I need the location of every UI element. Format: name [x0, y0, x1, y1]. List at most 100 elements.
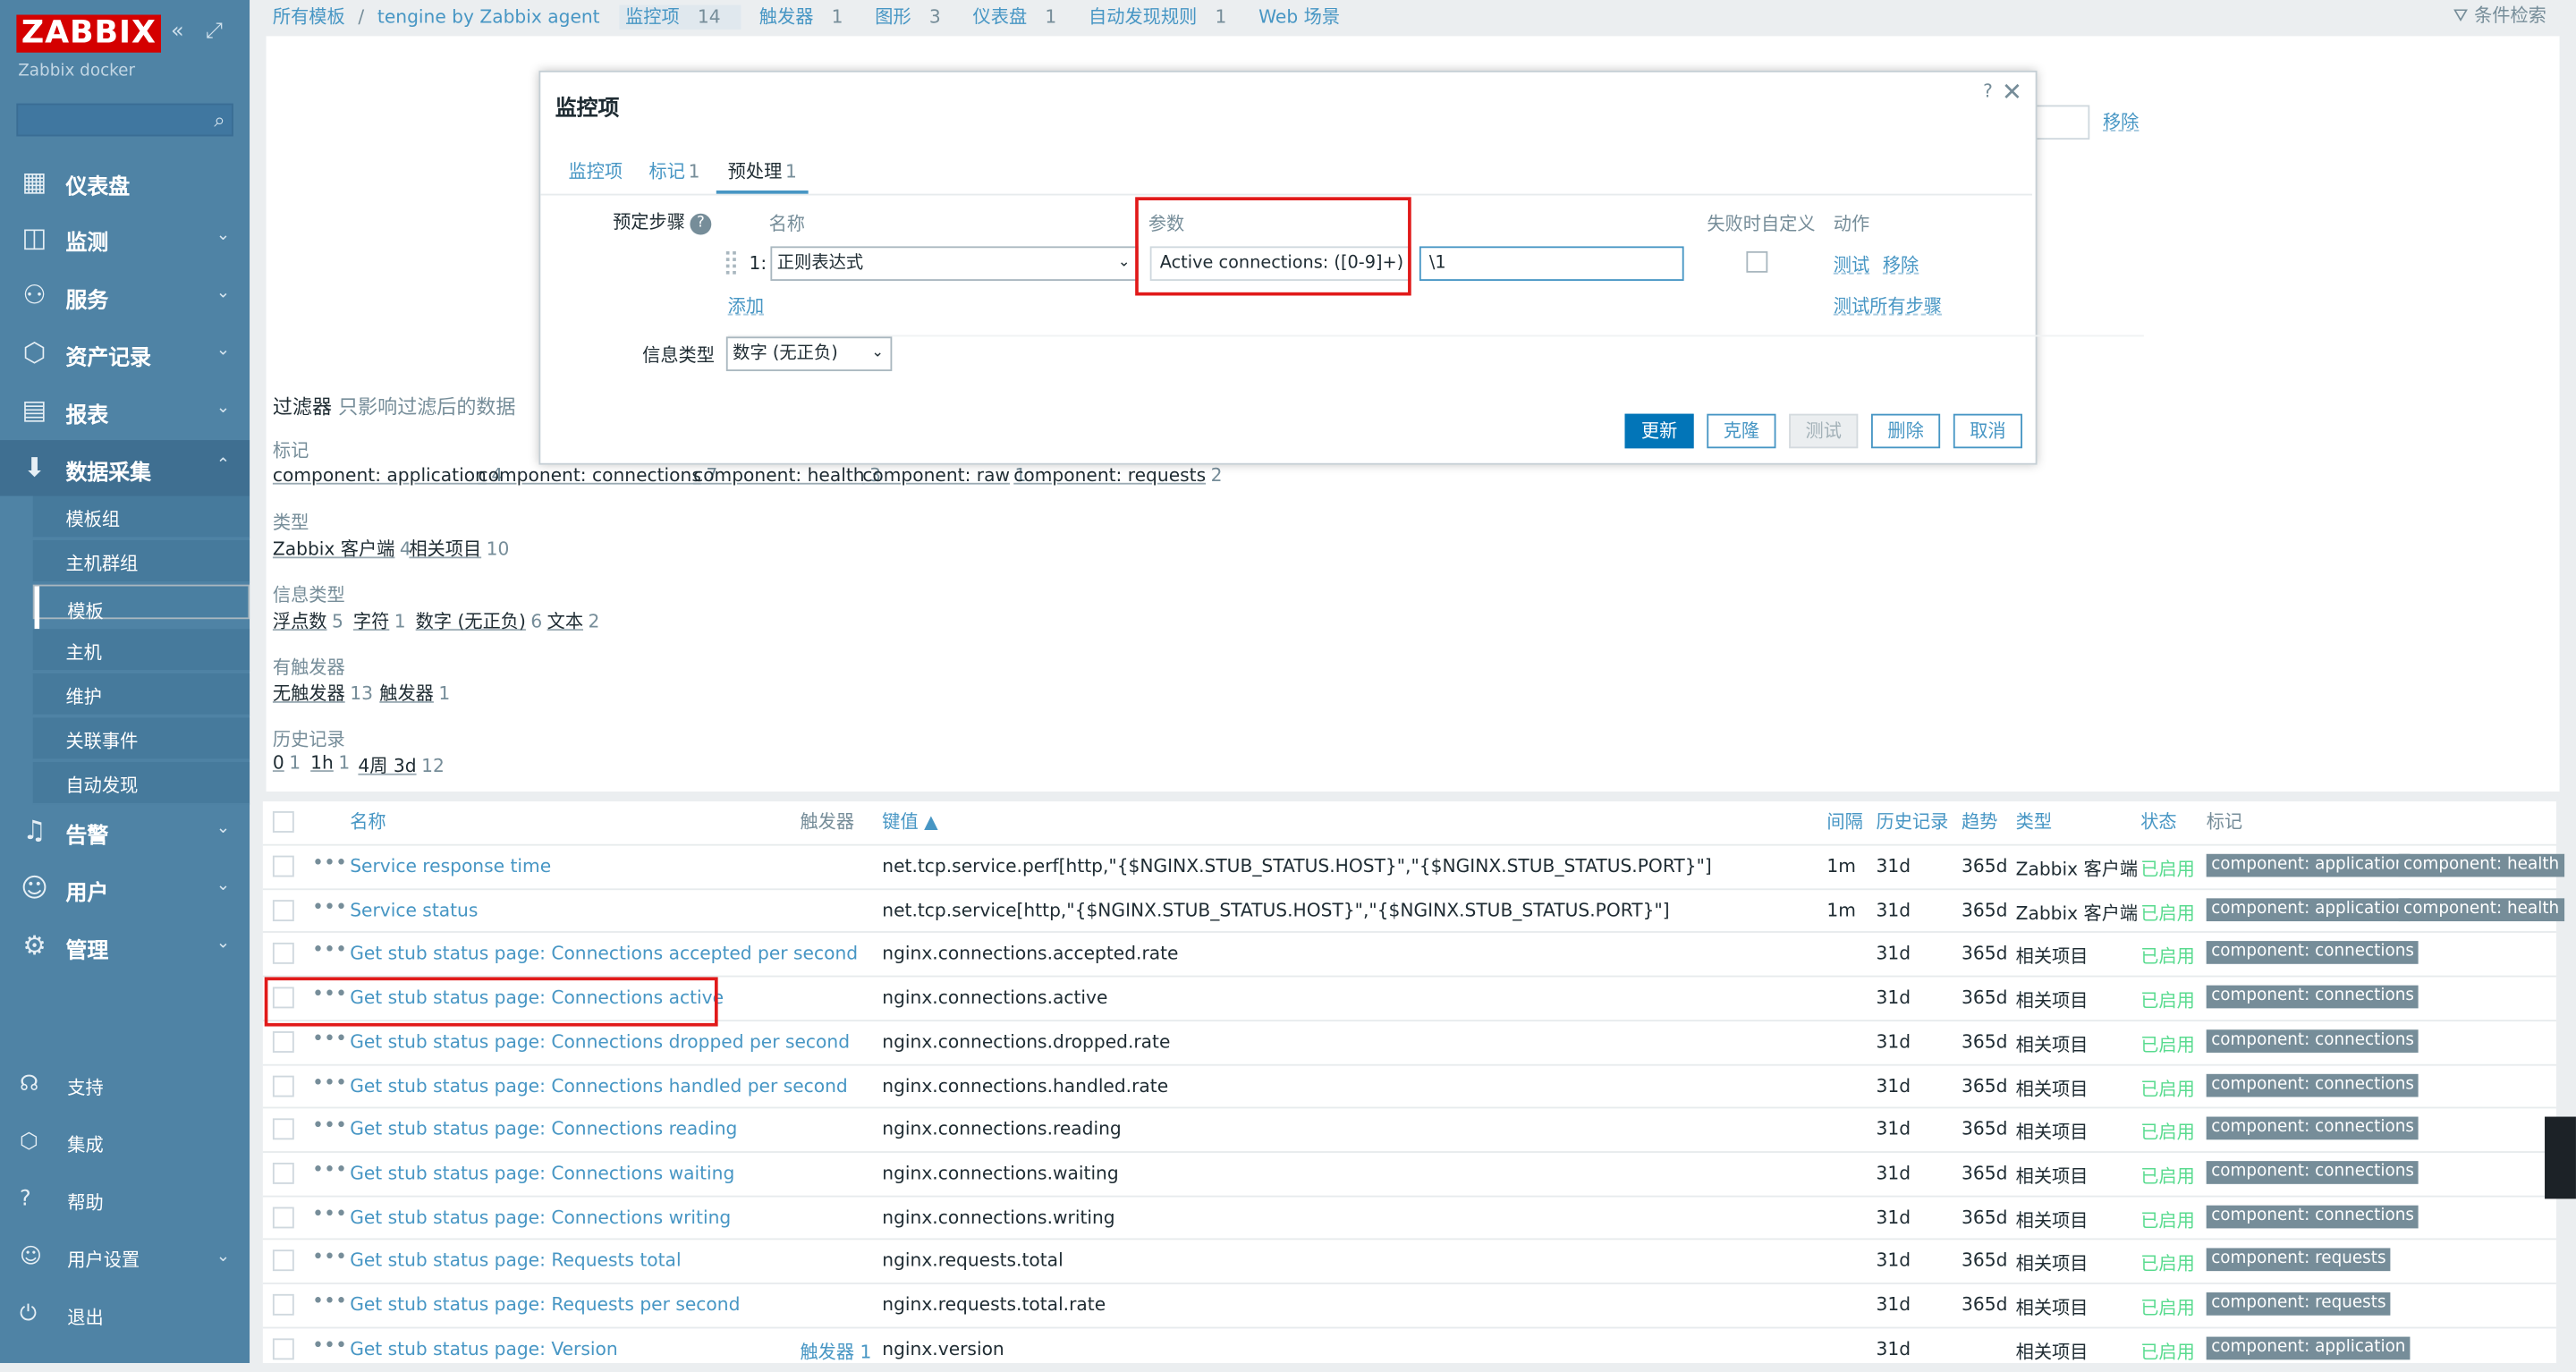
help-icon[interactable]: ?: [690, 212, 712, 234]
nav-services[interactable]: ⚇ 服务 ⌄: [0, 267, 250, 323]
filter-trigger-item[interactable]: 触发器 1: [379, 680, 450, 706]
item-name-link[interactable]: Get stub status page: Connections droppe…: [350, 1031, 850, 1053]
tab-triggers[interactable]: 触发器 1: [759, 6, 856, 28]
add-step-link[interactable]: 添加: [728, 292, 764, 318]
filter-tag-item[interactable]: component: raw 1: [862, 465, 1026, 487]
tab-discovery-rules[interactable]: 自动发现规则 1: [1089, 6, 1240, 28]
subnav-event-correlation[interactable]: 关联事件: [32, 717, 250, 761]
nav-sign-out[interactable]: ⏻ 退出: [0, 1292, 250, 1342]
tab-dashboards[interactable]: 仪表盘 1: [973, 6, 1070, 28]
step-type-select[interactable]: 正则表达式 ⌄: [770, 246, 1139, 281]
item-status-link[interactable]: 已启用: [2140, 1338, 2195, 1364]
filter-history-item[interactable]: 01: [273, 752, 301, 774]
nav-administration[interactable]: ⚙ 管理 ⌄: [0, 918, 250, 973]
more-actions-icon[interactable]: •••: [312, 1070, 347, 1093]
nav-users[interactable]: ☺ 用户 ⌄: [0, 860, 250, 916]
delete-button[interactable]: 删除: [1871, 413, 1941, 449]
item-name-link[interactable]: Get stub status page: Connections waitin…: [350, 1163, 734, 1184]
breadcrumb-all-templates[interactable]: 所有模板: [273, 6, 345, 28]
help-icon[interactable]: ?: [1983, 80, 1993, 102]
row-checkbox[interactable]: [272, 1162, 294, 1184]
more-actions-icon[interactable]: •••: [312, 1289, 347, 1312]
filter-tag-item[interactable]: component: requests 2: [1013, 465, 1222, 487]
item-status-link[interactable]: 已启用: [2140, 856, 2195, 882]
item-name-link[interactable]: Get stub status page: Connections writin…: [350, 1207, 731, 1228]
subnav-discovery[interactable]: 自动发现: [32, 761, 250, 805]
side-widget-handle[interactable]: [2545, 1116, 2576, 1199]
more-actions-icon[interactable]: •••: [312, 1245, 347, 1268]
nav-help[interactable]: ? 帮助: [0, 1177, 250, 1226]
row-checkbox[interactable]: [272, 1337, 294, 1359]
item-status-link[interactable]: 已启用: [2140, 1250, 2195, 1276]
more-actions-icon[interactable]: •••: [312, 938, 347, 961]
item-name-link[interactable]: Get stub status page: Requests per secon…: [350, 1294, 740, 1316]
item-name-link[interactable]: Get stub status page: Connections readin…: [350, 1119, 737, 1140]
subnav-template-groups[interactable]: 模板组: [32, 495, 250, 539]
search-icon[interactable]: ⌕: [214, 108, 225, 133]
more-actions-icon[interactable]: •••: [312, 1157, 347, 1181]
more-actions-icon[interactable]: •••: [312, 1201, 347, 1224]
col-header-trends[interactable]: 趋势: [1962, 801, 1997, 844]
test-all-steps-link[interactable]: 测试所有步骤: [1834, 292, 1942, 318]
item-name-link[interactable]: Get stub status page: Requests total: [350, 1250, 681, 1272]
more-actions-icon[interactable]: •••: [312, 1026, 347, 1049]
tab-graphs[interactable]: 图形 3: [875, 6, 953, 28]
filter-remove-link[interactable]: 移除: [2103, 108, 2139, 134]
col-header-interval[interactable]: 间隔: [1826, 801, 1862, 844]
col-header-name[interactable]: 名称: [350, 801, 386, 844]
subnav-maintenance[interactable]: 维护: [32, 673, 250, 716]
filter-info-item[interactable]: 数字 (无正负) 6: [416, 607, 543, 633]
subnav-hosts[interactable]: 主机: [32, 629, 250, 672]
filter-trigger-item[interactable]: 无触发器 13: [273, 680, 373, 706]
nav-data-collection[interactable]: ⬇ 数据采集 ⌃: [0, 440, 250, 496]
test-button[interactable]: 测试: [1789, 413, 1859, 449]
item-status-link[interactable]: 已启用: [2140, 1031, 2195, 1057]
filter-info-item[interactable]: 文本 2: [547, 607, 600, 633]
nav-alerts[interactable]: ♫ 告警 ⌄: [0, 803, 250, 859]
dialog-tab-tags[interactable]: 标记 1: [648, 157, 699, 183]
row-checkbox[interactable]: [272, 1293, 294, 1316]
col-header-history[interactable]: 历史记录: [1877, 801, 1949, 844]
row-checkbox[interactable]: [272, 1074, 294, 1097]
nav-user-settings[interactable]: ☺ 用户设置 ⌄: [0, 1235, 250, 1284]
more-actions-icon[interactable]: •••: [312, 1114, 347, 1137]
step-test-link[interactable]: 测试: [1834, 251, 1869, 277]
step-remove-link[interactable]: 移除: [1883, 251, 1919, 277]
update-button[interactable]: 更新: [1624, 413, 1694, 449]
nav-support[interactable]: ☊ 支持: [0, 1063, 250, 1112]
more-actions-icon[interactable]: •••: [312, 894, 347, 918]
drag-handle-icon[interactable]: [725, 250, 736, 275]
filter-type-item[interactable]: 相关项目 10: [409, 536, 509, 562]
filter-info-item[interactable]: 字符 1: [353, 607, 406, 633]
more-actions-icon[interactable]: •••: [312, 1333, 347, 1356]
tab-web-scenarios[interactable]: Web 场景: [1258, 6, 1353, 28]
subnav-host-groups[interactable]: 主机群组: [32, 540, 250, 583]
sidebar-search-input[interactable]: ⌕: [16, 103, 233, 137]
item-name-link[interactable]: Get stub status page: Version: [350, 1338, 617, 1359]
breadcrumb-template[interactable]: tengine by Zabbix agent: [377, 6, 600, 28]
nav-dashboard[interactable]: ▦ 仪表盘: [0, 155, 250, 210]
filter-tag-item[interactable]: component: health 3: [693, 465, 881, 487]
nav-integrations[interactable]: ⬡ 集成: [0, 1120, 250, 1169]
double-chevron-left-icon[interactable]: «: [171, 20, 184, 45]
filter-toggle-button[interactable]: ⛛ 条件检索: [2453, 2, 2546, 28]
item-status-link[interactable]: 已启用: [2140, 900, 2195, 926]
item-name-link[interactable]: Service status: [350, 900, 478, 921]
row-checkbox[interactable]: [272, 1118, 294, 1140]
filter-info-item[interactable]: 浮点数 5: [273, 607, 343, 633]
col-header-key[interactable]: 键值 ▲: [882, 801, 937, 844]
item-status-link[interactable]: 已启用: [2140, 987, 2195, 1013]
item-status-link[interactable]: 已启用: [2140, 1163, 2195, 1189]
filter-tag-item[interactable]: component: application 4: [273, 465, 503, 487]
filter-history-item[interactable]: 4周 3d 12: [358, 752, 444, 778]
row-checkbox[interactable]: [272, 943, 294, 965]
row-checkbox[interactable]: [272, 1030, 294, 1053]
clone-button[interactable]: 克隆: [1707, 413, 1776, 449]
select-all-checkbox[interactable]: [272, 811, 294, 833]
row-checkbox[interactable]: [272, 1249, 294, 1272]
step-param-output-input[interactable]: \1: [1419, 246, 1684, 281]
item-status-link[interactable]: 已启用: [2140, 1119, 2195, 1145]
filter-history-item[interactable]: 1h 1: [310, 752, 350, 774]
filter-tag-item[interactable]: component: connections 7: [478, 465, 717, 487]
cancel-button[interactable]: 取消: [1953, 413, 2022, 449]
